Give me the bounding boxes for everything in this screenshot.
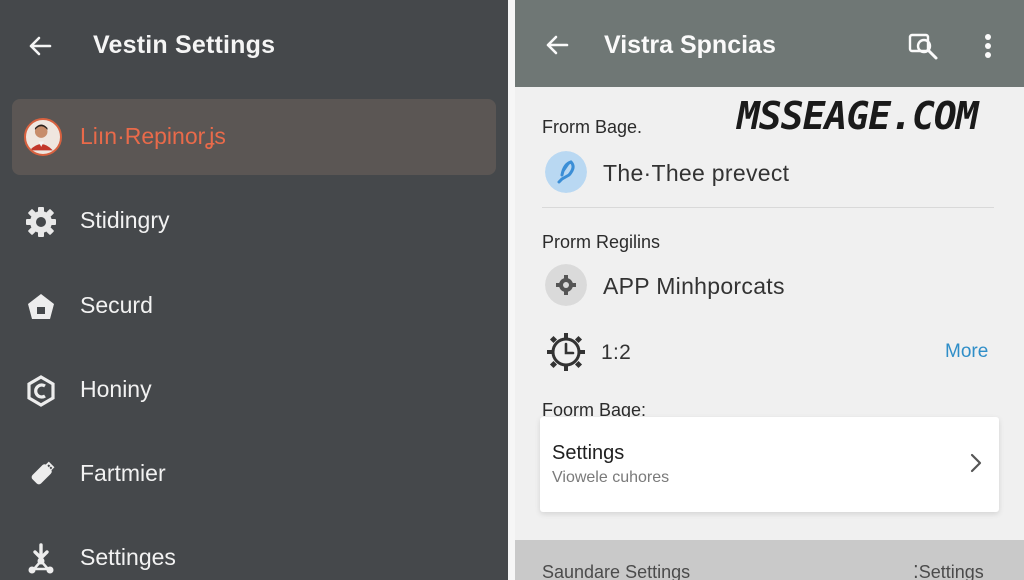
sidebar-item-label: Stidingry <box>80 207 170 233</box>
divider <box>542 207 994 208</box>
sidebar-item-label: Settinges <box>80 544 176 570</box>
bottom-settings-button[interactable]: ⁚Settings <box>913 562 984 580</box>
right-settings-panel: Vistra Spncias MSSEAGE.COM Frorm Bage. T… <box>515 0 1024 580</box>
section-label: Frorm Bage. <box>542 117 643 137</box>
clock-gear-icon <box>547 333 585 371</box>
more-link[interactable]: More <box>945 341 988 363</box>
feather-icon <box>545 151 587 193</box>
left-header: Vestin Settings <box>0 0 508 92</box>
card-subtitle: Viowele cuhores <box>552 469 670 486</box>
sidebar-item-stidingry[interactable]: Stidingry <box>0 183 508 259</box>
avatar <box>24 118 62 156</box>
gear-icon <box>545 264 587 306</box>
section-label: Prorm Regilins <box>542 232 661 252</box>
chevron-right-icon <box>970 453 982 473</box>
bottom-settings-link[interactable]: Saundare Settings <box>542 562 690 580</box>
back-arrow-icon[interactable] <box>541 29 573 61</box>
hexagon-c-icon <box>27 375 55 407</box>
download-nodes-icon <box>28 543 54 574</box>
left-page-title: Vestin Settings <box>93 31 276 59</box>
bottom-bar: Saundare Settings ⁚Settings <box>515 540 1024 580</box>
list-item[interactable]: APP Minhporcats <box>603 273 785 300</box>
usb-stick-icon <box>31 461 55 485</box>
list-item[interactable]: The·Thee prevect <box>603 160 789 187</box>
watermark-logo: MSSEAGE.COM <box>737 94 979 138</box>
search-icon[interactable] <box>906 29 940 63</box>
shield-home-icon <box>28 294 54 319</box>
sidebar-item-label: Securd <box>80 292 153 318</box>
sidebar-item-label: Fartmier <box>80 460 166 486</box>
sidebar-item-label: Honiny <box>80 376 152 402</box>
sidebar-item-securd[interactable]: Securd <box>0 268 508 344</box>
pane-divider <box>508 0 515 580</box>
sidebar-item-profile[interactable]: Liın·Repinorʝs <box>12 99 496 175</box>
right-page-title: Vistra Spncias <box>604 31 776 59</box>
back-arrow-icon[interactable] <box>24 30 56 62</box>
card-title: Settings <box>552 442 625 464</box>
sidebar-item-label: Liın·Repinorʝs <box>80 123 226 149</box>
list-item-value: 1:2 <box>601 341 632 364</box>
left-settings-panel: Vestin Settings Liın·Repinorʝs Stidingry… <box>0 0 508 580</box>
settings-card[interactable]: Settings Viowele cuhores <box>540 417 999 512</box>
sidebar-item-settinges[interactable]: Settinges <box>0 520 508 580</box>
sidebar-item-fartmier[interactable]: Fartmier <box>0 436 508 512</box>
gear-icon <box>26 207 56 237</box>
more-vertical-icon[interactable] <box>973 29 1003 63</box>
right-app-bar: Vistra Spncias <box>515 0 1024 87</box>
sidebar-item-honiny[interactable]: Honiny <box>0 352 508 428</box>
